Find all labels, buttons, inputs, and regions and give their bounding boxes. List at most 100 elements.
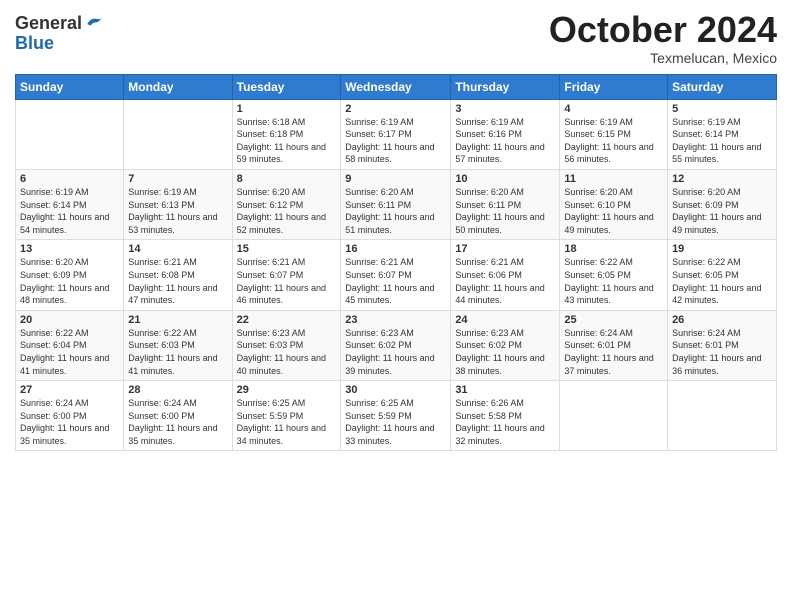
calendar-cell (668, 381, 777, 451)
day-number: 29 (237, 384, 337, 396)
calendar-cell: 13 Sunrise: 6:20 AM Sunset: 6:09 PM Dayl… (16, 240, 124, 310)
weekday-header-row: SundayMondayTuesdayWednesdayThursdayFrid… (16, 74, 777, 99)
sunset-text: Sunset: 6:18 PM (237, 129, 304, 139)
calendar-cell (124, 99, 232, 169)
sunrise-text: Sunrise: 6:24 AM (672, 328, 741, 338)
sunrise-text: Sunrise: 6:22 AM (672, 257, 741, 267)
day-number: 16 (345, 243, 446, 255)
logo-bird-icon (84, 14, 104, 34)
day-number: 23 (345, 314, 446, 326)
day-info: Sunrise: 6:20 AM Sunset: 6:11 PM Dayligh… (345, 186, 446, 236)
sunset-text: Sunset: 6:05 PM (672, 270, 739, 280)
day-number: 1 (237, 103, 337, 115)
sunset-text: Sunset: 6:12 PM (237, 200, 304, 210)
sunrise-text: Sunrise: 6:20 AM (20, 257, 89, 267)
calendar-week-row: 20 Sunrise: 6:22 AM Sunset: 6:04 PM Dayl… (16, 310, 777, 380)
day-number: 28 (128, 384, 227, 396)
sunrise-text: Sunrise: 6:23 AM (345, 328, 414, 338)
calendar-cell: 29 Sunrise: 6:25 AM Sunset: 5:59 PM Dayl… (232, 381, 341, 451)
daylight-text: Daylight: 11 hours and 55 minutes. (672, 142, 761, 165)
daylight-text: Daylight: 11 hours and 53 minutes. (128, 212, 217, 235)
sunset-text: Sunset: 5:59 PM (237, 411, 304, 421)
weekday-header: Sunday (16, 74, 124, 99)
day-number: 12 (672, 173, 772, 185)
day-info: Sunrise: 6:19 AM Sunset: 6:16 PM Dayligh… (455, 116, 555, 166)
day-number: 30 (345, 384, 446, 396)
day-info: Sunrise: 6:18 AM Sunset: 6:18 PM Dayligh… (237, 116, 337, 166)
day-number: 31 (455, 384, 555, 396)
weekday-header: Saturday (668, 74, 777, 99)
page: General Blue October 2024 Texmelucan, Me… (0, 0, 792, 612)
daylight-text: Daylight: 11 hours and 42 minutes. (672, 283, 761, 306)
sunrise-text: Sunrise: 6:20 AM (672, 187, 741, 197)
day-number: 9 (345, 173, 446, 185)
daylight-text: Daylight: 11 hours and 41 minutes. (128, 353, 217, 376)
sunrise-text: Sunrise: 6:19 AM (345, 117, 414, 127)
calendar-cell: 12 Sunrise: 6:20 AM Sunset: 6:09 PM Dayl… (668, 169, 777, 239)
day-info: Sunrise: 6:22 AM Sunset: 6:04 PM Dayligh… (20, 327, 119, 377)
calendar-cell: 25 Sunrise: 6:24 AM Sunset: 6:01 PM Dayl… (560, 310, 668, 380)
day-number: 10 (455, 173, 555, 185)
day-info: Sunrise: 6:23 AM Sunset: 6:02 PM Dayligh… (455, 327, 555, 377)
daylight-text: Daylight: 11 hours and 35 minutes. (128, 423, 217, 446)
sunrise-text: Sunrise: 6:19 AM (128, 187, 197, 197)
calendar-cell: 15 Sunrise: 6:21 AM Sunset: 6:07 PM Dayl… (232, 240, 341, 310)
calendar-cell: 7 Sunrise: 6:19 AM Sunset: 6:13 PM Dayli… (124, 169, 232, 239)
sunset-text: Sunset: 6:05 PM (564, 270, 631, 280)
day-number: 13 (20, 243, 119, 255)
day-number: 24 (455, 314, 555, 326)
day-info: Sunrise: 6:25 AM Sunset: 5:59 PM Dayligh… (237, 397, 337, 447)
calendar: SundayMondayTuesdayWednesdayThursdayFrid… (15, 74, 777, 452)
calendar-cell: 30 Sunrise: 6:25 AM Sunset: 5:59 PM Dayl… (341, 381, 451, 451)
daylight-text: Daylight: 11 hours and 43 minutes. (564, 283, 653, 306)
sunset-text: Sunset: 6:15 PM (564, 129, 631, 139)
sunrise-text: Sunrise: 6:19 AM (20, 187, 89, 197)
day-info: Sunrise: 6:19 AM Sunset: 6:14 PM Dayligh… (672, 116, 772, 166)
daylight-text: Daylight: 11 hours and 49 minutes. (564, 212, 653, 235)
calendar-week-row: 1 Sunrise: 6:18 AM Sunset: 6:18 PM Dayli… (16, 99, 777, 169)
sunset-text: Sunset: 6:07 PM (345, 270, 412, 280)
sunrise-text: Sunrise: 6:25 AM (237, 398, 306, 408)
sunrise-text: Sunrise: 6:19 AM (672, 117, 741, 127)
sunrise-text: Sunrise: 6:20 AM (455, 187, 524, 197)
sunset-text: Sunset: 6:14 PM (20, 200, 87, 210)
day-info: Sunrise: 6:22 AM Sunset: 6:05 PM Dayligh… (564, 256, 663, 306)
daylight-text: Daylight: 11 hours and 33 minutes. (345, 423, 434, 446)
daylight-text: Daylight: 11 hours and 35 minutes. (20, 423, 109, 446)
sunset-text: Sunset: 6:09 PM (20, 270, 87, 280)
sunrise-text: Sunrise: 6:25 AM (345, 398, 414, 408)
calendar-week-row: 27 Sunrise: 6:24 AM Sunset: 6:00 PM Dayl… (16, 381, 777, 451)
calendar-cell: 2 Sunrise: 6:19 AM Sunset: 6:17 PM Dayli… (341, 99, 451, 169)
daylight-text: Daylight: 11 hours and 38 minutes. (455, 353, 544, 376)
day-number: 2 (345, 103, 446, 115)
sunset-text: Sunset: 6:00 PM (128, 411, 195, 421)
day-number: 7 (128, 173, 227, 185)
logo: General Blue (15, 14, 104, 54)
calendar-cell (560, 381, 668, 451)
calendar-cell: 23 Sunrise: 6:23 AM Sunset: 6:02 PM Dayl… (341, 310, 451, 380)
calendar-cell: 9 Sunrise: 6:20 AM Sunset: 6:11 PM Dayli… (341, 169, 451, 239)
sunset-text: Sunset: 6:01 PM (564, 340, 631, 350)
daylight-text: Daylight: 11 hours and 32 minutes. (455, 423, 544, 446)
day-info: Sunrise: 6:19 AM Sunset: 6:14 PM Dayligh… (20, 186, 119, 236)
header: General Blue October 2024 Texmelucan, Me… (15, 10, 777, 66)
sunrise-text: Sunrise: 6:23 AM (237, 328, 306, 338)
calendar-cell: 5 Sunrise: 6:19 AM Sunset: 6:14 PM Dayli… (668, 99, 777, 169)
calendar-cell: 10 Sunrise: 6:20 AM Sunset: 6:11 PM Dayl… (451, 169, 560, 239)
day-number: 25 (564, 314, 663, 326)
day-number: 3 (455, 103, 555, 115)
location: Texmelucan, Mexico (549, 50, 777, 66)
sunrise-text: Sunrise: 6:21 AM (455, 257, 524, 267)
daylight-text: Daylight: 11 hours and 36 minutes. (672, 353, 761, 376)
sunrise-text: Sunrise: 6:20 AM (237, 187, 306, 197)
calendar-cell: 22 Sunrise: 6:23 AM Sunset: 6:03 PM Dayl… (232, 310, 341, 380)
calendar-cell: 14 Sunrise: 6:21 AM Sunset: 6:08 PM Dayl… (124, 240, 232, 310)
day-number: 20 (20, 314, 119, 326)
sunset-text: Sunset: 6:04 PM (20, 340, 87, 350)
day-number: 8 (237, 173, 337, 185)
weekday-header: Friday (560, 74, 668, 99)
daylight-text: Daylight: 11 hours and 40 minutes. (237, 353, 326, 376)
sunrise-text: Sunrise: 6:26 AM (455, 398, 524, 408)
daylight-text: Daylight: 11 hours and 45 minutes. (345, 283, 434, 306)
daylight-text: Daylight: 11 hours and 58 minutes. (345, 142, 434, 165)
